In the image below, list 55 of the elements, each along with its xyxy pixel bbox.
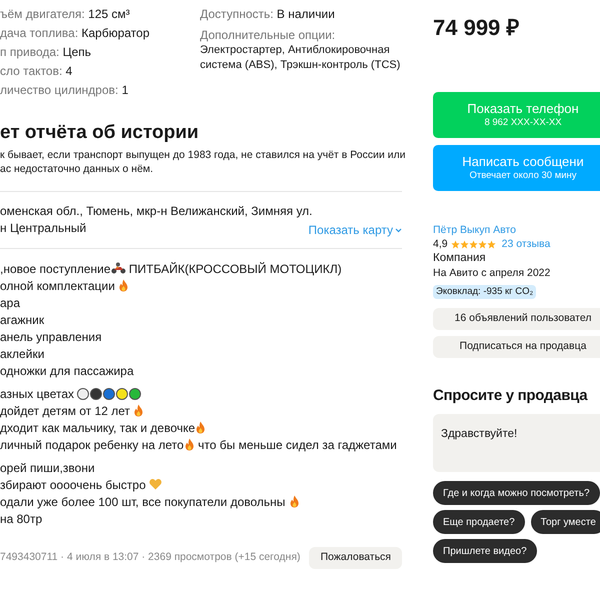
seller-since: На Авито с апреля 2022 [433,266,552,281]
description-line: одали уже более 100 шт, все покупатели довольны [0,494,410,511]
report-button[interactable]: Пожаловаться [309,547,402,569]
question-chip[interactable]: Еще продаете? [433,510,525,534]
flame-icon [195,421,206,434]
star-icon [486,240,496,248]
section-heading: ет отчёта об истории [0,121,200,145]
flame-icon [184,438,195,451]
description-line: дойдет детям от 12 лет [0,403,410,420]
flame-icon [133,404,144,417]
spec-text: дача топлива: Карбюратор [0,25,151,42]
spec-text: ъём двигателя: 125 см³ [0,6,131,23]
description-line: личный подарок ребенку на лето что бы меньше сидел за гаджетами [0,437,398,454]
address-text: н Центральный [0,220,86,237]
description-line: ара [0,295,22,312]
address-text: оменская обл., Тюмень, мкр-н Велижанский, Зимняя ул. [0,203,312,220]
description-line: одножки для пассажира [0,363,135,380]
subscribe-button[interactable]: Подписаться на продавца [433,336,600,358]
description-line: дходит как мальчику, так и девочке [0,420,410,437]
flame-icon [118,279,130,292]
rating-text: 4,9 [433,237,448,251]
motorcycle-icon [110,262,126,274]
description-line: збирают оооочень быстро [0,477,410,494]
spec-value: Электростартер, Антиблокировочная система (ABS), Трэкшн-контроль (TCS) [200,43,402,73]
seller-type: Компания [433,251,487,266]
message-field[interactable]: Здравствуйте! [433,414,600,472]
spec-label: Дополнительные опции: [200,28,336,43]
star-icon [460,240,469,248]
spec-text: п привода: Цепь [0,44,92,61]
question-chip[interactable]: Торг уместе [530,510,600,534]
description-line: олной комплектации [0,278,410,295]
star-icon [468,240,478,248]
seller-ads-button[interactable]: 16 объявлений пользовател [433,308,600,330]
eco-badge: Эковклад: -935 кг CO₂ [433,285,536,299]
question-chip[interactable]: Где и когда можно посмотреть? [433,481,600,505]
star-icon [450,240,460,248]
listing-meta: 7493430711 · 4 июля в 13:07 · 2369 просмотров (+15 сегодня) [0,550,300,566]
description-line: агажник [0,312,46,329]
description-line: на 80тр [0,511,44,528]
star-icon [478,240,487,248]
description-line: аклейки [0,346,46,363]
history-text: к бывает, если транспорт выпущен до 1983 года, не ставился на учёт в России или ас недостаточно данных о нём. [0,148,407,176]
flame-icon [288,495,300,508]
spec-text: сло тактов: 4 [0,63,74,80]
description-line: анель управления [0,329,103,346]
description-line: орей пиши,звони [0,460,96,477]
heart-icon [149,478,162,490]
spec-text: личество цилиндров: 1 [0,82,130,99]
chevron-down-icon [395,228,402,233]
question-chip[interactable]: Пришлете видео? [433,539,537,563]
section-heading: Спросите у продавца [433,386,589,406]
description-line: азных цветах [0,386,410,403]
spec-text: Доступность: В наличии [200,6,336,23]
description-line: ,новое поступление ПИТБАЙК(КРОССОВЫЙ МОТОЦИКЛ) [0,261,343,278]
price-text: 74 999 ₽ [433,14,520,42]
